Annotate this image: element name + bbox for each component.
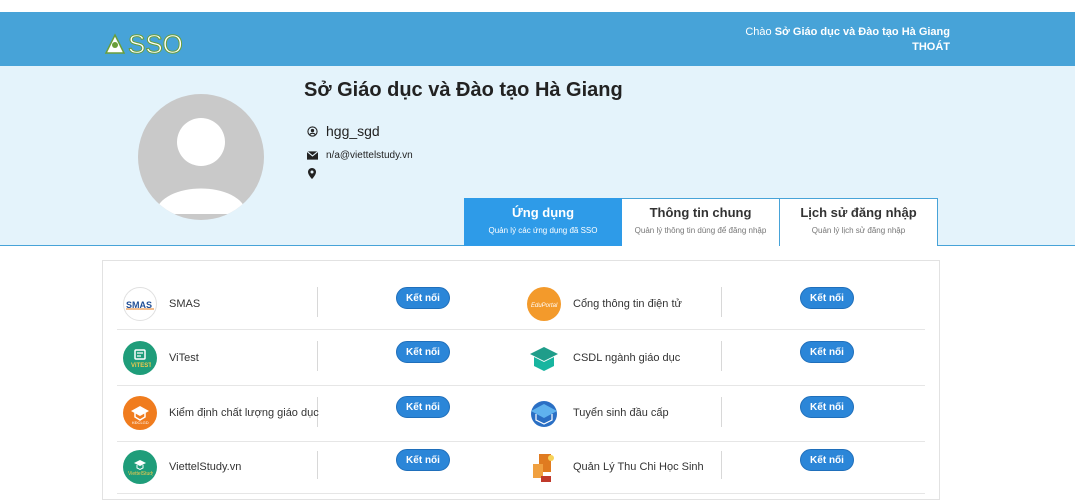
smas-icon: SMAS <box>123 287 157 321</box>
greeting-user: Sở Giáo dục và Đào tạo Hà Giang <box>774 26 950 38</box>
user-icon <box>306 125 318 137</box>
tuyensinh-icon <box>527 396 561 430</box>
tab-applications[interactable]: Ứng dụng Quản lý các ứng dụng đã SSO <box>464 198 622 246</box>
logout-link[interactable]: THOÁT <box>745 40 950 55</box>
connect-button[interactable]: Kết nối <box>396 449 450 471</box>
tab-login-history[interactable]: Lịch sử đăng nhập Quản lý lịch sử đăng n… <box>780 198 938 246</box>
logo-text: SSO <box>128 29 184 59</box>
svg-text:KĐCLGD: KĐCLGD <box>132 420 149 425</box>
column-divider <box>721 451 722 479</box>
map-marker-icon <box>306 167 318 179</box>
connect-button[interactable]: Kết nối <box>396 341 450 363</box>
app-name: Kiểm định chất lượng giáo dục <box>169 407 319 419</box>
svg-text:ViettelStudy: ViettelStudy <box>128 471 153 477</box>
avatar <box>138 94 264 220</box>
tab-title: Thông tin chung <box>649 205 752 220</box>
email: n/a@viettelstudy.vn <box>326 149 413 161</box>
tab-general-info[interactable]: Thông tin chung Quản lý thông tin dùng đ… <box>622 198 780 246</box>
eduportal-icon: EduPortal <box>527 287 561 321</box>
app-item-eduportal[interactable]: EduPortal Cổng thông tin điện tử <box>527 277 682 331</box>
app-name: ViTest <box>169 352 199 364</box>
connect-button[interactable]: Kết nối <box>800 341 854 363</box>
top-cropped-strip <box>0 0 1075 12</box>
column-divider <box>721 397 722 427</box>
kdclgd-icon: KĐCLGD <box>123 396 157 430</box>
app-item-viettelstudy[interactable]: ViettelStudy ViettelStudy.vn <box>123 440 241 494</box>
username-row: hgg_sgd <box>306 123 380 139</box>
app-item-vitest[interactable]: ViTEST ViTest <box>123 331 199 385</box>
connect-button[interactable]: Kết nối <box>396 287 450 309</box>
user-greeting: Chào Sở Giáo dục và Đào tạo Hà Giang THO… <box>745 25 950 55</box>
column-divider <box>317 451 318 479</box>
tab-title: Ứng dụng <box>511 205 575 220</box>
tab-subtitle: Quản lý các ứng dụng đã SSO <box>488 226 598 235</box>
profile-name: Sở Giáo dục và Đào tạo Hà Giang <box>304 79 623 101</box>
connect-button[interactable]: Kết nối <box>800 449 854 471</box>
app-item-smas[interactable]: SMAS SMAS <box>123 277 200 331</box>
app-item-csdl[interactable]: CSDL ngành giáo dục <box>527 331 680 385</box>
greeting-prefix: Chào <box>745 26 772 38</box>
applications-card: SMAS SMAS Kết nối EduPortal Cổng thông t… <box>102 260 940 500</box>
app-item-kdclgd[interactable]: KĐCLGD Kiểm định chất lượng giáo dục <box>123 386 319 440</box>
avatar-placeholder-icon <box>155 118 247 214</box>
sso-logo[interactable]: SSO <box>104 29 184 59</box>
app-name: SMAS <box>169 298 201 310</box>
username: hgg_sgd <box>326 123 380 139</box>
location-row <box>306 167 326 179</box>
vitest-icon: ViTEST <box>123 341 157 375</box>
app-name: Quản Lý Thu Chi Học Sinh <box>573 461 704 473</box>
app-item-thuchi[interactable]: Quản Lý Thu Chi Học Sinh <box>527 440 704 494</box>
csdl-icon <box>527 341 561 375</box>
email-row: n/a@viettelstudy.vn <box>306 149 413 161</box>
connect-button[interactable]: Kết nối <box>800 396 854 418</box>
svg-text:EduPortal: EduPortal <box>531 303 558 309</box>
column-divider <box>721 341 722 371</box>
app-item-tuyensinh[interactable]: Tuyển sinh đầu cấp <box>527 386 669 440</box>
tab-subtitle: Quản lý thông tin dùng để đăng nhập <box>634 226 767 235</box>
tab-title: Lịch sử đăng nhập <box>800 205 917 220</box>
thuchi-icon <box>527 450 561 484</box>
column-divider <box>317 341 318 371</box>
app-name: Cổng thông tin điện tử <box>573 298 682 310</box>
envelope-icon <box>306 149 318 161</box>
column-divider <box>317 287 318 317</box>
viettelstudy-icon: ViettelStudy <box>123 450 157 484</box>
tab-subtitle: Quản lý lịch sử đăng nhập <box>811 226 906 235</box>
top-header: SSO Chào Sở Giáo dục và Đào tạo Hà Giang… <box>0 12 1075 66</box>
app-name: Tuyển sinh đầu cấp <box>573 407 669 419</box>
profile-tabs: Ứng dụng Quản lý các ứng dụng đã SSO Thô… <box>464 198 938 246</box>
svg-text:ViTEST: ViTEST <box>131 363 151 369</box>
sso-logo-icon <box>104 33 126 54</box>
connect-button[interactable]: Kết nối <box>396 396 450 418</box>
connect-button[interactable]: Kết nối <box>800 287 854 309</box>
app-name: ViettelStudy.vn <box>169 461 242 473</box>
app-name: CSDL ngành giáo dục <box>573 352 681 364</box>
column-divider <box>721 287 722 317</box>
